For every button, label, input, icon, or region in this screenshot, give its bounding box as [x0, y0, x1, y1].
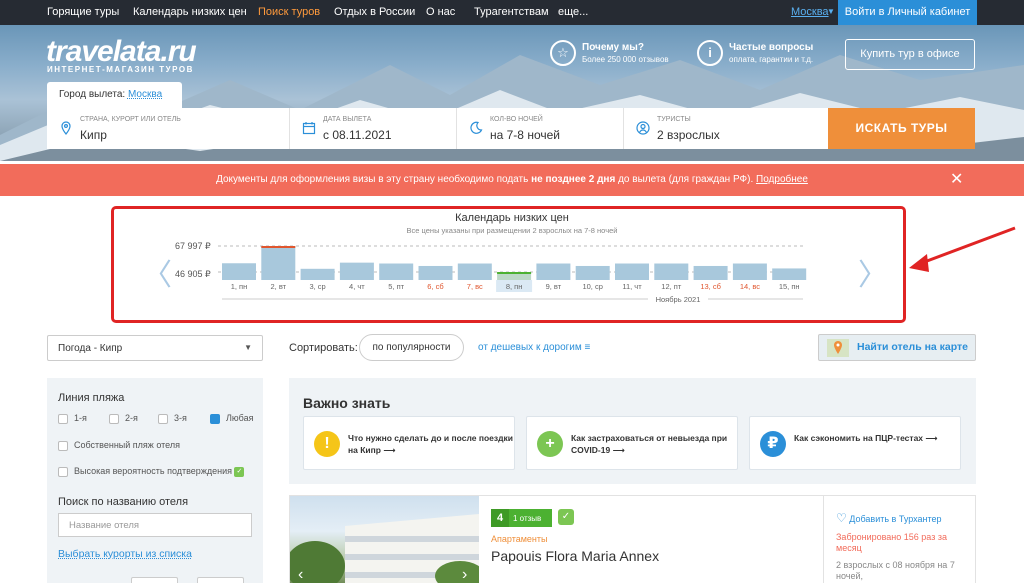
sort-label: Сортировать:: [289, 342, 358, 354]
add-to-tourhunter-label: Добавить в Турхантер: [849, 514, 942, 524]
info-card-insurance-text: Как застраховаться от невыезда при COVID…: [571, 433, 728, 455]
beach-any-checkbox[interactable]: Любая: [210, 413, 253, 424]
find-on-map-label: Найти отель на карте: [857, 341, 969, 353]
calendar-day-label[interactable]: 5, пт: [388, 282, 404, 291]
important-heading: Важно знать: [303, 395, 391, 411]
sort-cheap-link[interactable]: от дешевых к дорогим ≡: [478, 342, 590, 353]
hotel-photo[interactable]: ‹ ›: [290, 496, 479, 583]
important-info-section: Важно знать ! Что нужно сделать до и пос…: [289, 378, 976, 484]
hotel-type: Апартаменты: [491, 534, 548, 544]
hotel-name-input[interactable]: Название отеля: [58, 513, 252, 537]
range-input-from[interactable]: [131, 577, 178, 583]
checkbox-icon: [58, 440, 68, 451]
calendar-day-label[interactable]: 4, чт: [349, 282, 365, 291]
calendar-bar[interactable]: [300, 268, 335, 280]
calendar-day-label[interactable]: 9, вт: [546, 282, 562, 291]
region-select[interactable]: Погода - Кипр ▼: [47, 335, 263, 361]
info-card-pcr-text: Как сэкономить на ПЦР-тестах ⟶: [794, 433, 938, 443]
calendar-day-label[interactable]: 12, пт: [661, 282, 682, 291]
calendar-bar-chart: 1, пн 2, вт 3, ср 4, чт 5, пт 6, сб 7, вс 8, пн…: [218, 245, 807, 304]
map-pin-icon: [827, 339, 849, 357]
calendar-day-label[interactable]: 11, чт: [622, 282, 642, 291]
sort-cheap-label: от дешевых к дорогим: [478, 342, 582, 353]
calendar-day-label[interactable]: 8, пн: [506, 282, 523, 291]
range-input-to[interactable]: [197, 577, 244, 583]
beach-line-heading: Линия пляжа: [58, 392, 125, 404]
beach-first-checkbox[interactable]: 1-я: [58, 413, 87, 424]
ruble-icon: ₽: [760, 431, 786, 457]
rating-badge: 41 отзыв: [491, 509, 552, 527]
own-beach-label: Собственный пляж отеля: [74, 440, 180, 450]
tour-details: 2 взрослых с 08 ноября на 7 ночей,: [836, 560, 955, 581]
reviews-count[interactable]: 1 отзыв: [509, 514, 541, 523]
calendar-day-label[interactable]: 14, вс: [740, 282, 760, 291]
warning-icon: !: [314, 431, 340, 457]
calendar-bar[interactable]: [575, 265, 610, 280]
check-icon: ✓: [234, 466, 245, 477]
hotel-name[interactable]: Papouis Flora Maria Annex: [491, 548, 659, 564]
photo-prev-icon[interactable]: ‹: [298, 566, 303, 583]
sort-popularity-button[interactable]: по популярности: [359, 334, 464, 361]
info-card-pcr[interactable]: ₽ Как сэкономить на ПЦР-тестах ⟶: [749, 416, 961, 470]
add-to-tourhunter-link[interactable]: ♡ Добавить в Турхантер: [836, 511, 942, 525]
checkbox-icon: [158, 413, 168, 424]
heart-icon: ♡: [836, 511, 847, 525]
info-card-insurance[interactable]: + Как застраховаться от невыезда при COV…: [526, 416, 738, 470]
calendar-day-label[interactable]: 15, пн: [779, 282, 800, 291]
beach-third-checkbox[interactable]: 3-я: [158, 413, 187, 424]
calendar-day-label[interactable]: 7, вс: [467, 282, 483, 291]
calendar-day-label[interactable]: 1, пн: [231, 282, 248, 291]
calendar-bar[interactable]: [261, 246, 296, 280]
sort-icon: ≡: [584, 342, 591, 353]
calendar-bar[interactable]: [418, 265, 453, 280]
high-confirmation-checkbox[interactable]: Высокая вероятность подтверждения ✓: [58, 466, 245, 477]
choose-resorts-link[interactable]: Выбрать курорты из списка: [58, 548, 192, 560]
high-confirmation-label: Высокая вероятность подтверждения: [74, 466, 232, 476]
region-select-value: Погода - Кипр: [58, 343, 123, 354]
info-card-trip[interactable]: ! Что нужно сделать до и после поездки н…: [303, 416, 515, 470]
checkbox-icon: [58, 466, 68, 477]
booked-count: Забронировано 156 раз за месяц: [836, 532, 947, 553]
calendar-day-label[interactable]: 2, вт: [271, 282, 287, 291]
calendar-bar[interactable]: [732, 263, 767, 280]
checkbox-icon: [58, 413, 68, 424]
calendar-bar[interactable]: [379, 263, 414, 280]
hotel-side-panel: ♡ Добавить в Турхантер Забронировано 156…: [823, 496, 977, 583]
calendar-bar[interactable]: [339, 262, 374, 280]
calendar-bar[interactable]: [615, 263, 649, 280]
checkbox-icon: [109, 413, 119, 424]
own-beach-checkbox[interactable]: Собственный пляж отеля: [58, 440, 180, 451]
check-icon: ✓: [558, 509, 574, 525]
calendar-bar[interactable]: [457, 263, 492, 280]
beach-any-label: Любая: [226, 413, 254, 423]
hotel-building-image: [290, 514, 479, 583]
hotel-card: ‹ › 41 отзыв ✓ Апартаменты Papouis Flora…: [289, 495, 976, 583]
beach-second-label: 2-я: [125, 413, 138, 423]
calendar-day-label[interactable]: 3, ср: [309, 282, 325, 291]
find-on-map-button[interactable]: Найти отель на карте: [818, 334, 976, 361]
filters-sidebar: Линия пляжа 1-я 2-я 3-я Любая Собственны…: [47, 378, 263, 583]
checkbox-checked-icon: [210, 413, 220, 424]
calendar-day-label[interactable]: 6, сб: [427, 282, 443, 291]
chevron-down-icon: ▼: [244, 343, 252, 352]
photo-next-icon[interactable]: ›: [462, 566, 467, 583]
rating-value: 4: [491, 509, 509, 527]
beach-first-label: 1-я: [74, 413, 87, 423]
calendar-bar[interactable]: [222, 263, 256, 280]
calendar-month-label: Ноябрь 2021: [656, 295, 701, 304]
hotel-search-heading: Поиск по названию отеля: [58, 496, 189, 508]
calendar-bar[interactable]: [536, 263, 571, 280]
info-card-trip-text: Что нужно сделать до и после поездки на …: [348, 433, 513, 455]
plus-icon: +: [537, 431, 563, 457]
selected-day-marker: [497, 272, 532, 274]
calendar-bar[interactable]: [693, 265, 728, 280]
calendar-bar[interactable]: [772, 268, 807, 280]
beach-second-checkbox[interactable]: 2-я: [109, 413, 138, 424]
calendar-day-label[interactable]: 10, ср: [582, 282, 602, 291]
beach-third-label: 3-я: [174, 413, 187, 423]
calendar-bar[interactable]: [654, 263, 689, 280]
max-price-marker: [261, 246, 296, 248]
annotation-arrow-icon: [909, 226, 1016, 272]
calendar-day-label[interactable]: 13, сб: [700, 282, 721, 291]
